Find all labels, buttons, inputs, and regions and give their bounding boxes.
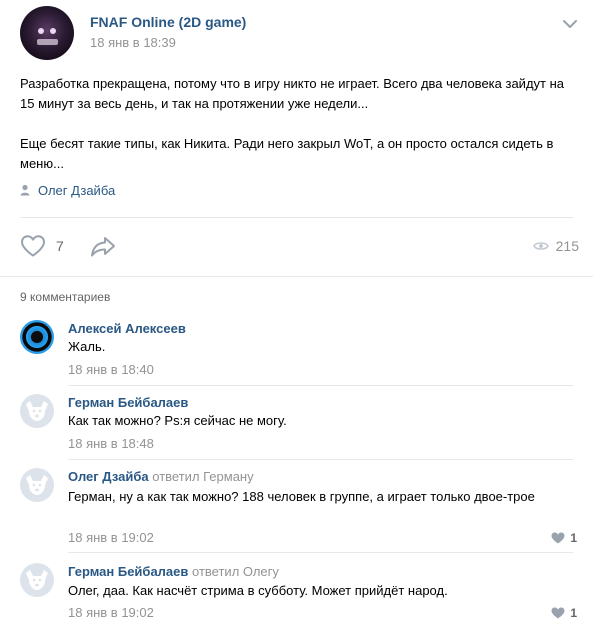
comment-author-name[interactable]: Олег Дзайба <box>68 469 149 484</box>
avatar-eye-left <box>38 28 44 34</box>
like-count: 7 <box>56 238 64 254</box>
divider <box>68 385 573 386</box>
views-count: 215 <box>555 238 579 254</box>
post-paragraph: Еще бесят такие типы, как Никита. Ради н… <box>20 136 554 171</box>
divider <box>68 552 573 553</box>
comment-item: Герман Бейбалаев Как так можно? Ps:я сей… <box>0 394 593 460</box>
avatar[interactable] <box>20 320 54 354</box>
comment-like-button[interactable]: 1 <box>551 531 577 545</box>
post-paragraph: Разработка прекращена, потому что в игру… <box>20 76 565 111</box>
comment-like-button[interactable]: 1 <box>551 606 577 620</box>
comment-author-name[interactable]: Герман Бейбалаев <box>68 564 188 579</box>
comment-text: Как так можно? Ps:я сейчас не могу. <box>68 413 287 428</box>
comment-item: Герман Бейбалаев ответил Олегу Олег, даа… <box>0 563 593 627</box>
group-avatar[interactable] <box>20 6 74 60</box>
heart-icon <box>551 532 565 544</box>
post-signer[interactable]: Олег Дзайба <box>20 180 115 200</box>
avatar[interactable] <box>20 468 54 502</box>
post-date[interactable]: 18 янв в 18:39 <box>90 35 176 50</box>
comment-author[interactable]: Алексей Алексеев <box>68 321 186 336</box>
like-button[interactable]: 7 <box>20 234 64 258</box>
chevron-down-icon[interactable] <box>562 18 578 30</box>
comment-author[interactable]: Олег Дзайба ответил Герману <box>68 469 254 484</box>
comment-like-count: 1 <box>570 531 577 545</box>
comment-text: Жаль. <box>68 339 106 354</box>
group-name-link[interactable]: FNAF Online (2D game) <box>90 14 246 30</box>
comment-date[interactable]: 18 янв в 19:02 <box>68 530 154 545</box>
reply-to-label[interactable]: ответил Герману <box>152 469 253 484</box>
avatar-mouth <box>37 39 58 45</box>
eye-icon <box>532 242 549 250</box>
heart-icon <box>21 235 45 257</box>
person-icon <box>20 184 30 196</box>
comment-like-count: 1 <box>570 606 577 620</box>
comment-item: Алексей Алексеев Жаль. 18 янв в 18:40 <box>0 320 593 386</box>
divider <box>0 276 593 277</box>
comment-author[interactable]: Герман Бейбалаев <box>68 395 188 410</box>
heart-icon <box>551 607 565 619</box>
share-arrow-icon <box>91 237 115 257</box>
post-header: FNAF Online (2D game) 18 янв в 18:39 <box>0 0 593 60</box>
comment-author[interactable]: Герман Бейбалаев ответил Олегу <box>68 564 279 579</box>
comment-date[interactable]: 18 янв в 18:40 <box>68 362 154 377</box>
avatar[interactable] <box>20 563 54 597</box>
comment-text: Герман, ну а как так можно? 188 человек … <box>68 489 535 504</box>
avatar-eye-right <box>50 28 56 34</box>
default-avatar-icon <box>26 475 48 495</box>
signer-name[interactable]: Олег Дзайба <box>38 183 115 198</box>
comment-text: Олег, даа. Как насчёт стрима в субботу. … <box>68 583 448 598</box>
post-text: Разработка прекращена, потому что в игру… <box>20 74 565 174</box>
divider <box>20 217 573 218</box>
comments-count[interactable]: 9 комментариев <box>20 290 110 304</box>
comment-item: Олег Дзайба ответил Герману Герман, ну а… <box>0 468 593 552</box>
comment-date[interactable]: 18 янв в 19:02 <box>68 605 154 620</box>
views-counter: 215 <box>532 238 579 254</box>
avatar[interactable] <box>20 394 54 428</box>
divider <box>68 459 573 460</box>
default-avatar-icon <box>26 570 48 590</box>
reply-to-label[interactable]: ответил Олегу <box>192 564 279 579</box>
share-button[interactable] <box>90 234 116 258</box>
default-avatar-icon <box>26 401 48 421</box>
comment-date[interactable]: 18 янв в 18:48 <box>68 436 154 451</box>
